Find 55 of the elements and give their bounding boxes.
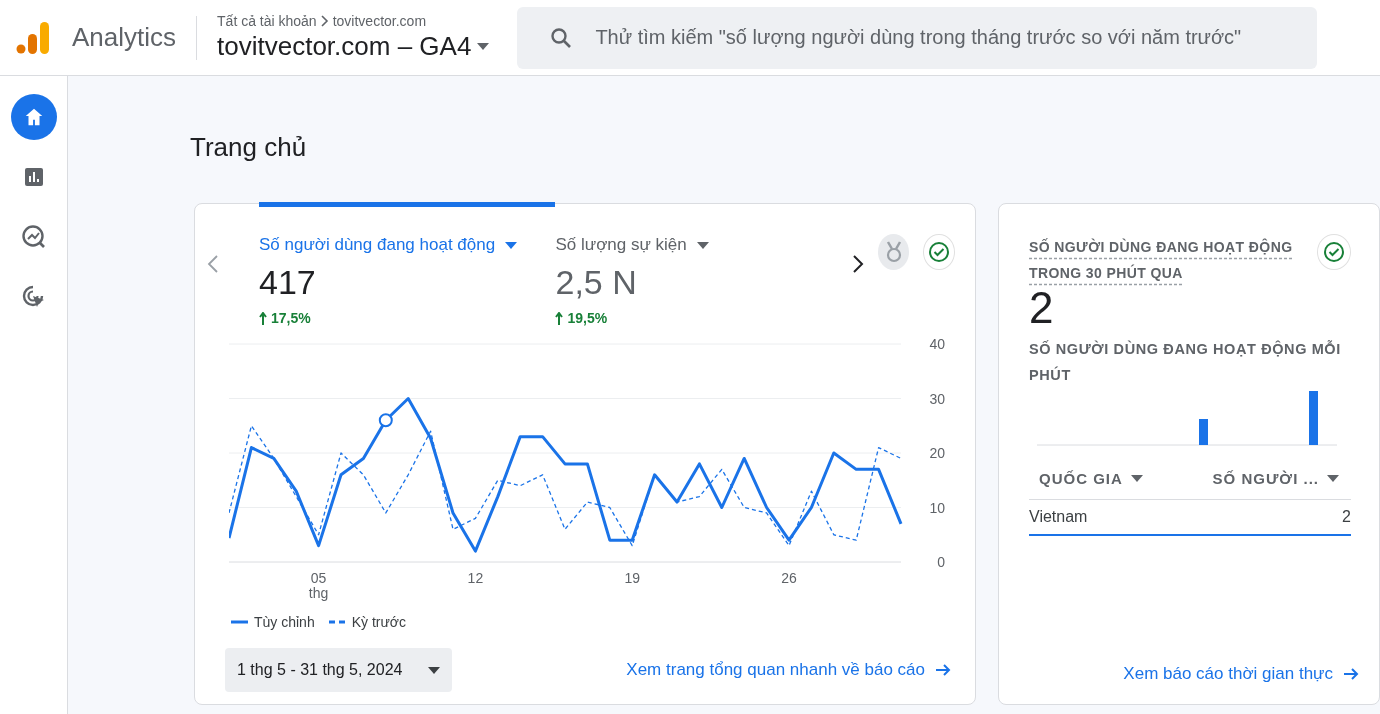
check-circle-icon [928,241,951,263]
column-header[interactable]: QUỐC GIA [1039,470,1143,487]
legend-item: Kỳ trước [328,614,407,630]
previous-button[interactable] [207,254,219,274]
search-bar[interactable]: Thử tìm kiếm "số lượng người dùng trong tháng trước so với năm trước" [517,6,1318,69]
caret-icon [1130,475,1143,482]
realtime-subtitle: SỐ NGƯỜI DÙNG ĐANG HOẠT ĐỘNG MỖI PHÚT [1029,339,1342,385]
caret-icon [505,241,518,249]
arrow-right-icon [1343,666,1359,682]
hover-point [378,413,393,428]
metric-tab[interactable]: Số lượng sự kiện 2,5 N 19,5% [555,202,852,326]
chevron-right-icon [320,15,329,27]
users-cell: 2 [1342,508,1351,526]
chevron-right-icon [851,254,864,274]
product-name: Analytics [72,22,177,53]
legend-item: Tùy chỉnh [231,614,315,630]
next-button[interactable] [851,254,864,274]
page-title: Trang chủ [190,132,308,163]
caret-icon [1327,475,1339,482]
realtime-value: 2 [1029,286,1055,330]
axis-tick-label: 10 [929,499,945,516]
date-range-button[interactable]: 1 thg 5 - 31 thg 5, 2024 [225,648,453,692]
arrow-up-icon [555,311,564,325]
axis-tick-label: 20 [929,445,945,461]
caret-icon [477,43,490,50]
breadcrumb-item[interactable]: Tất cả tài khoản [217,13,317,29]
country-cell: Vietnam [1029,508,1088,526]
realtime-title: SỐ NGƯỜI DÙNG ĐANG HOẠT ĐỘNG TRONG 30 PHÚT QUA [1029,237,1294,283]
caret-icon [428,666,441,674]
caret-icon [696,241,709,249]
axis-tick-label: 19 [624,570,640,586]
metric-tab[interactable]: Số người dùng đang hoạt động 417 17,5% [259,202,556,326]
axis-tick-label: 40 [929,336,945,352]
chevron-left-icon [207,254,219,274]
axis-tick-label: 30 [929,390,945,407]
medal-icon [877,234,910,270]
check-circle-icon [1322,241,1345,263]
solid-line-icon [231,620,248,624]
arrow-right-icon [935,662,951,678]
axis-tick-label: 12 [467,570,484,586]
search-field[interactable]: Thử tìm kiếm "số lượng người dùng trong tháng trước so với năm trước" [593,25,1318,50]
realtime-report-link[interactable]: Xem báo cáo thời gian thực [1123,664,1359,684]
trend-circle-icon [20,224,47,250]
axis-tick-label: 05 [310,570,327,586]
axis-tick-label: 26 [781,570,797,586]
month-label: thg [308,585,329,601]
column-header[interactable]: SỐ NGƯỜI ... [1212,470,1339,487]
sidebar-item[interactable] [10,94,57,140]
axis-tick-label: 0 [937,554,945,570]
property-selector[interactable]: tovitvector.com – GA4 [217,31,490,62]
arrow-up-icon [259,311,267,325]
dashed-line-icon [328,620,346,624]
analytics-logo-icon [16,20,50,55]
overview-link[interactable]: Xem trang tổng quan nhanh về báo cáo [626,660,951,680]
breadcrumb-item[interactable]: tovitvector.com [332,13,427,29]
